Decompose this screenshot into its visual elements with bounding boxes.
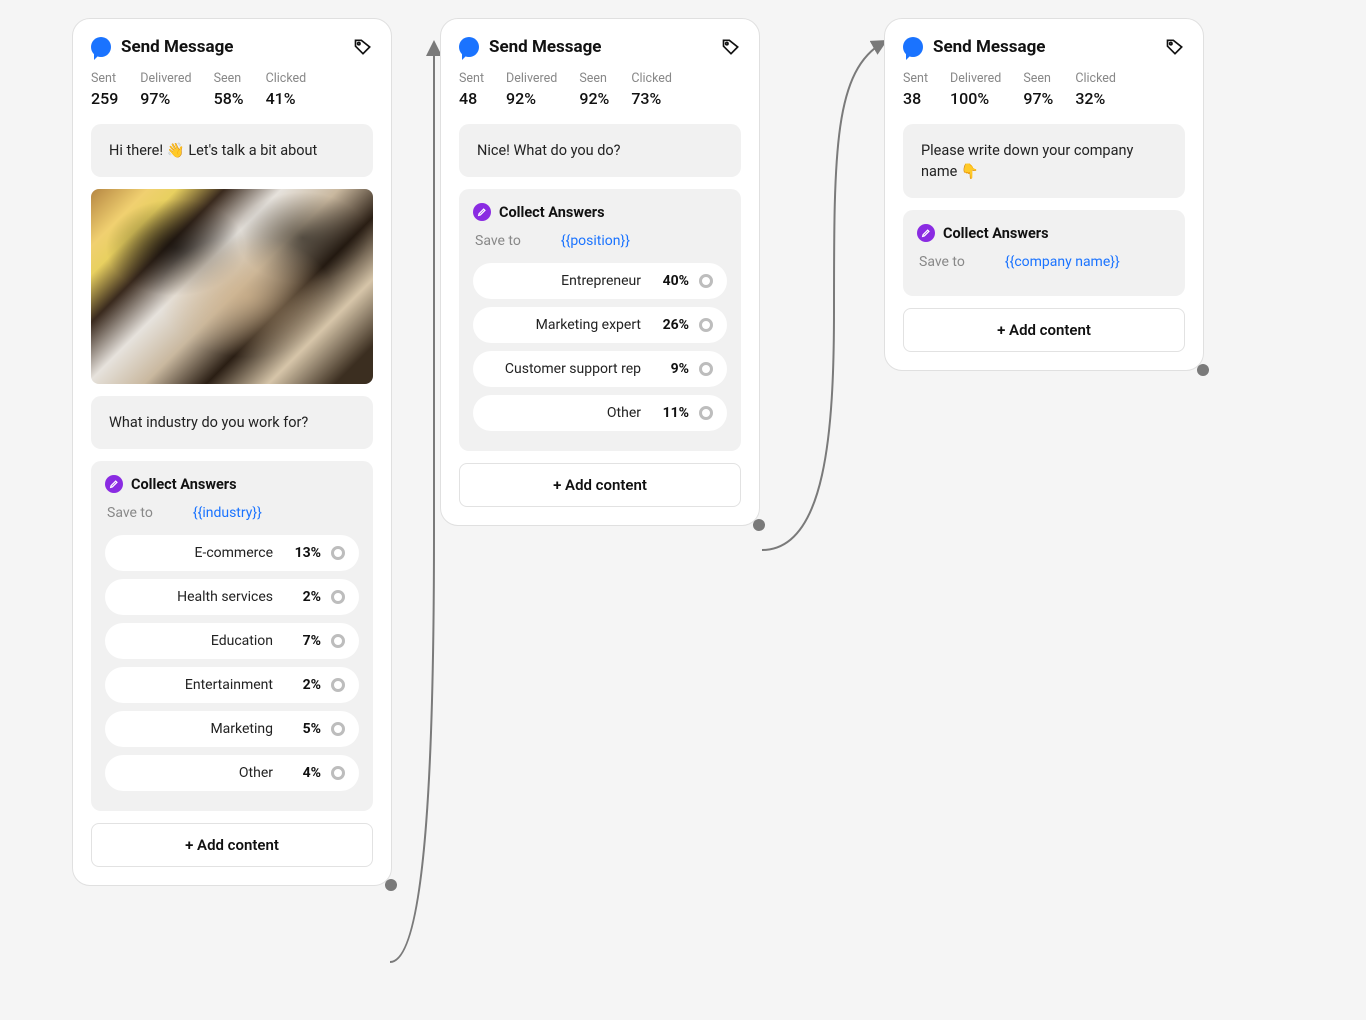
add-content-button[interactable]: + Add content <box>91 823 373 867</box>
answer-option[interactable]: Other4% <box>105 755 359 791</box>
card-title: Send Message <box>121 37 343 57</box>
tag-icon[interactable] <box>721 37 741 57</box>
collect-answers-block[interactable]: Collect Answers Save to {{industry}} E-c… <box>91 461 373 811</box>
answer-option[interactable]: Education7% <box>105 623 359 659</box>
answer-option[interactable]: E-commerce13% <box>105 535 359 571</box>
collect-answers-block[interactable]: Collect Answers Save to {{company name}} <box>903 210 1185 296</box>
connection-handle[interactable] <box>699 318 713 332</box>
answer-option[interactable]: Marketing expert26% <box>473 307 727 343</box>
save-to-variable[interactable]: {{industry}} <box>193 505 262 521</box>
save-to-label: Save to <box>475 233 521 249</box>
connection-handle[interactable] <box>699 274 713 288</box>
add-content-button[interactable]: + Add content <box>903 308 1185 352</box>
connection-handle[interactable] <box>331 766 345 780</box>
save-to-variable[interactable]: {{company name}} <box>1005 254 1120 270</box>
answer-option[interactable]: Marketing5% <box>105 711 359 747</box>
answer-option[interactable]: Entertainment2% <box>105 667 359 703</box>
chat-icon <box>903 37 923 57</box>
connection-handle[interactable] <box>331 722 345 736</box>
pencil-circle-icon <box>105 475 123 493</box>
connection-handle[interactable] <box>699 362 713 376</box>
card-title: Send Message <box>489 37 711 57</box>
stats-row: Sent38 Delivered100% Seen97% Clicked32% <box>903 71 1185 108</box>
connection-handle[interactable] <box>331 546 345 560</box>
chat-icon <box>459 37 479 57</box>
card-output-handle[interactable] <box>385 879 397 891</box>
pencil-circle-icon <box>917 224 935 242</box>
collect-answers-block[interactable]: Collect Answers Save to {{position}} Ent… <box>459 189 741 451</box>
flow-card-3[interactable]: Send Message Sent38 Delivered100% Seen97… <box>884 18 1204 371</box>
connection-handle[interactable] <box>331 678 345 692</box>
connection-handle[interactable] <box>331 634 345 648</box>
add-content-button[interactable]: + Add content <box>459 463 741 507</box>
tag-icon[interactable] <box>353 37 373 57</box>
message-block[interactable]: What industry do you work for? <box>91 396 373 449</box>
card-output-handle[interactable] <box>753 519 765 531</box>
image-block[interactable] <box>91 189 373 384</box>
card-output-handle[interactable] <box>1197 364 1209 376</box>
answer-option[interactable]: Health services2% <box>105 579 359 615</box>
pencil-circle-icon <box>473 203 491 221</box>
chat-icon <box>91 37 111 57</box>
save-to-label: Save to <box>919 254 965 270</box>
message-block[interactable]: Nice! What do you do? <box>459 124 741 177</box>
save-to-label: Save to <box>107 505 153 521</box>
stats-row: Sent48 Delivered92% Seen92% Clicked73% <box>459 71 741 108</box>
flow-card-2[interactable]: Send Message Sent48 Delivered92% Seen92%… <box>440 18 760 526</box>
stats-row: Sent259 Delivered97% Seen58% Clicked41% <box>91 71 373 108</box>
connection-handle[interactable] <box>699 406 713 420</box>
tag-icon[interactable] <box>1165 37 1185 57</box>
message-block[interactable]: Please write down your company name 👇 <box>903 124 1185 198</box>
flow-card-1[interactable]: Send Message Sent259 Delivered97% Seen58… <box>72 18 392 886</box>
answer-option[interactable]: Entrepreneur40% <box>473 263 727 299</box>
connection-handle[interactable] <box>331 590 345 604</box>
card-title: Send Message <box>933 37 1155 57</box>
answer-option[interactable]: Customer support rep9% <box>473 351 727 387</box>
answer-option[interactable]: Other11% <box>473 395 727 431</box>
save-to-variable[interactable]: {{position}} <box>561 233 630 249</box>
message-block[interactable]: Hi there! 👋 Let's talk a bit about <box>91 124 373 177</box>
